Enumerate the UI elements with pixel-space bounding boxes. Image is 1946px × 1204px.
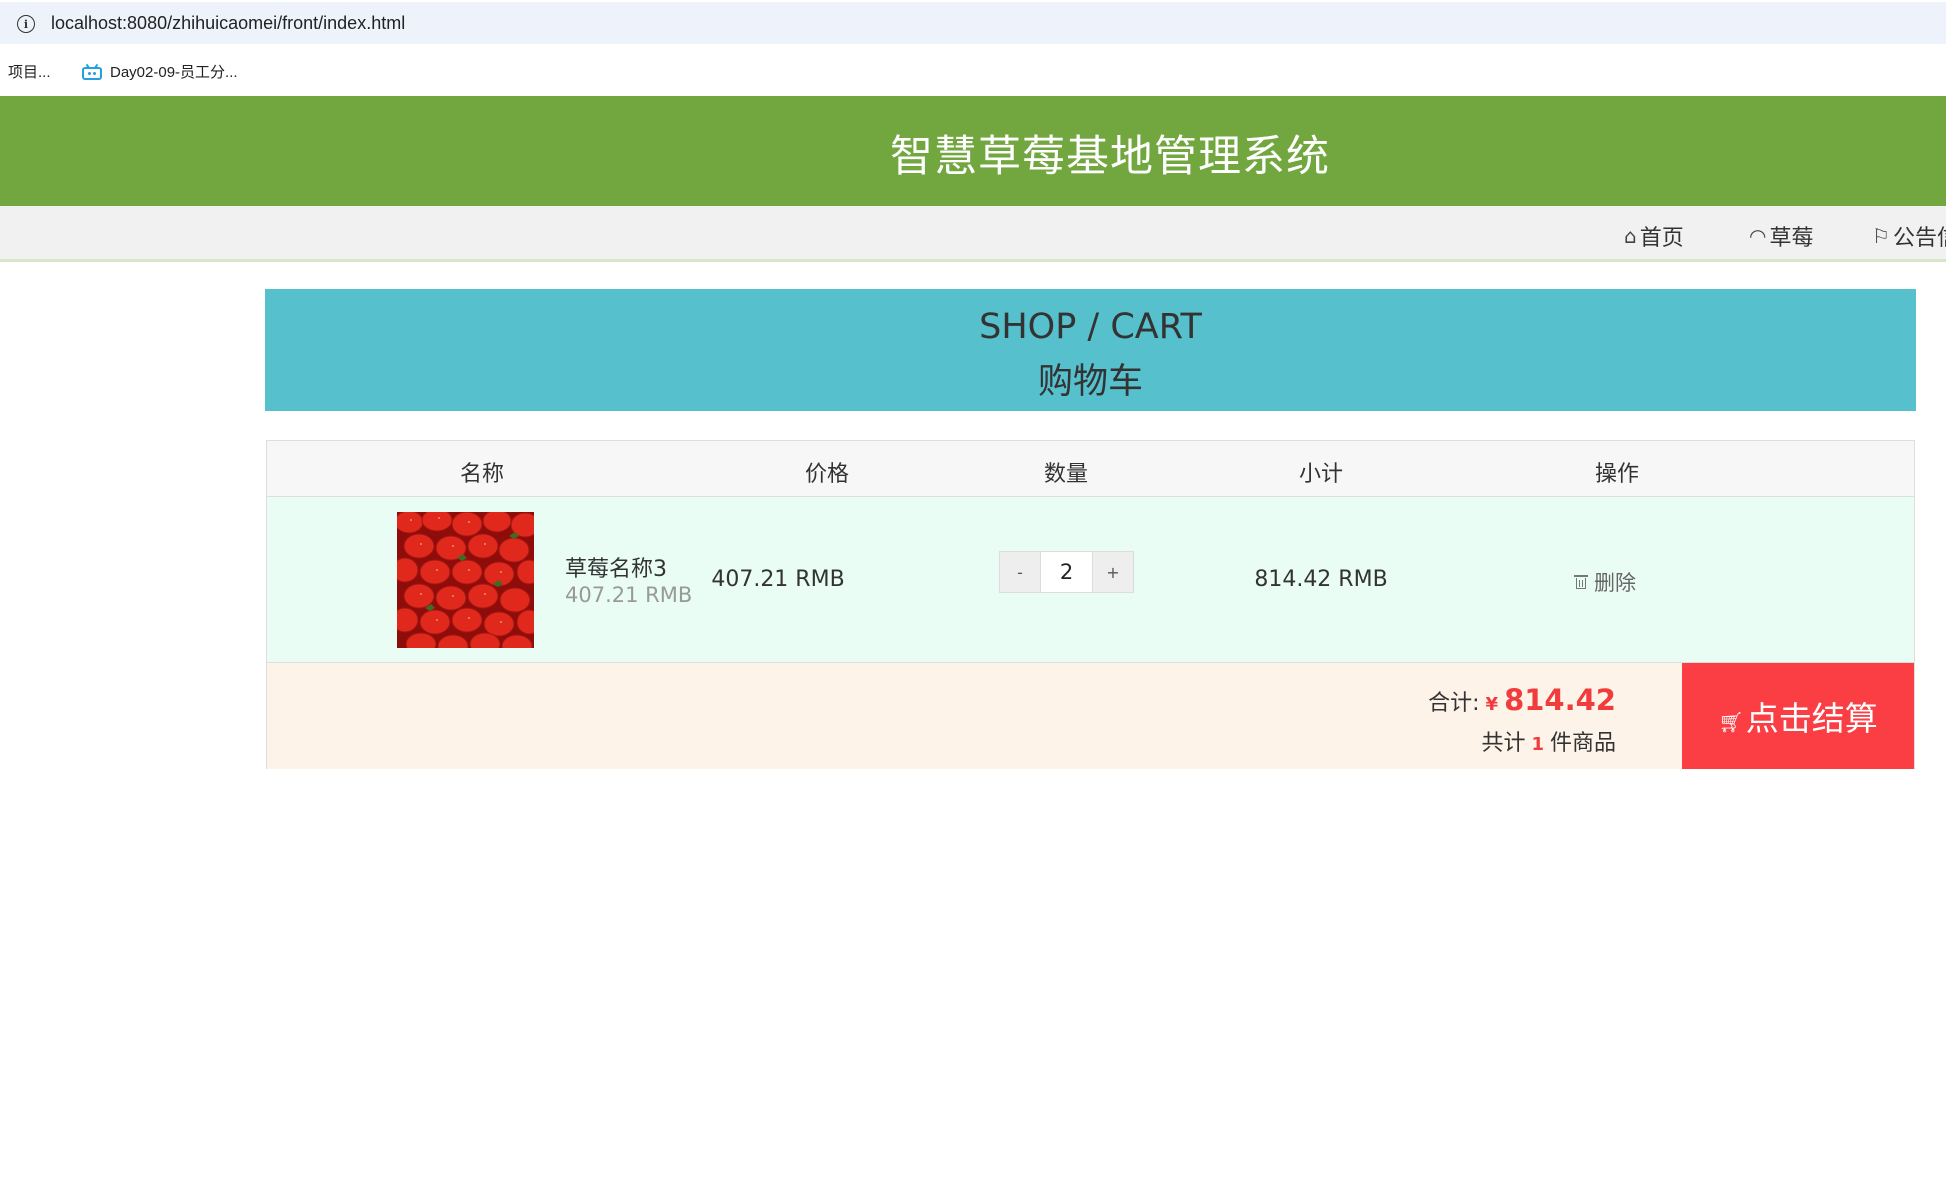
nav-item-home[interactable]: ⌂ 首页 xyxy=(1624,220,1684,252)
quantity-input[interactable]: 2 xyxy=(1041,551,1092,593)
table-row: 草莓名称3 407.21 RMB 407.21 RMB - 2 + 814.42… xyxy=(267,497,1914,663)
nav-item-label: 首页 xyxy=(1639,226,1684,251)
banner-title-en: SHOP / CART xyxy=(979,307,1202,347)
total-label: 合计: xyxy=(1428,691,1480,716)
bilibili-icon xyxy=(82,63,102,80)
increase-quantity-button[interactable]: + xyxy=(1092,551,1134,593)
cart-table: 名称 价格 数量 小计 操作 草莓名称3 407.21 RMB 407.21 R… xyxy=(266,440,1915,769)
bookmark-project[interactable]: 项目... xyxy=(8,61,51,82)
count-prefix: 共计 xyxy=(1481,731,1526,756)
decrease-quantity-button[interactable]: - xyxy=(999,551,1041,593)
quantity-stepper: - 2 + xyxy=(999,551,1134,593)
bookmark-label: Day02-09-员工分... xyxy=(110,64,238,81)
cart-icon: 🛒︎ xyxy=(1718,710,1744,734)
nav-bar: ⌂ 首页 ◠ 草莓 ⚐ 公告信 xyxy=(0,206,1946,262)
gauge-icon: ◠ xyxy=(1749,224,1767,248)
trash-icon xyxy=(1574,574,1588,590)
site-header: 智慧草莓基地管理系统 xyxy=(0,96,1946,206)
item-count: 1 xyxy=(1531,734,1544,755)
delete-button[interactable]: 删除 xyxy=(1574,567,1636,597)
delete-label: 删除 xyxy=(1594,571,1636,595)
column-header-action: 操作 xyxy=(1594,462,1640,487)
item-count-line: 共计 1 件商品 xyxy=(1481,725,1616,757)
address-bar[interactable]: i localhost:8080/zhihuicaomei/front/inde… xyxy=(0,2,1946,44)
product-unit-price: 407.21 RMB xyxy=(565,583,693,607)
column-header-name: 名称 xyxy=(459,462,505,487)
nav-item-notice[interactable]: ⚐ 公告信 xyxy=(1872,220,1946,252)
subtotal-cell: 814.42 RMB xyxy=(1254,567,1388,592)
column-header-price: 价格 xyxy=(804,462,850,487)
bookmark-day02[interactable]: Day02-09-员工分... xyxy=(82,61,238,82)
site-title: 智慧草莓基地管理系统 xyxy=(890,132,1330,182)
nav-item-label: 草莓 xyxy=(1769,226,1814,251)
total-line: 合计: ¥ 814.42 xyxy=(1428,683,1616,717)
count-suffix: 件商品 xyxy=(1549,731,1616,756)
total-amount: 814.42 xyxy=(1504,683,1616,717)
nav-item-strawberry[interactable]: ◠ 草莓 xyxy=(1749,220,1813,252)
nav-item-label: 公告信 xyxy=(1892,226,1946,251)
bookmarks-bar: 项目... Day02-09-员工分... xyxy=(0,52,1946,90)
checkout-label: 点击结算 xyxy=(1745,699,1878,738)
banner-title-cn: 购物车 xyxy=(1037,362,1143,402)
column-header-quantity: 数量 xyxy=(1043,462,1089,487)
checkout-button[interactable]: 🛒︎ 点击结算 xyxy=(1682,663,1914,769)
cart-summary: 合计: ¥ 814.42 共计 1 件商品 🛒︎ 点击结算 xyxy=(267,663,1914,769)
flag-icon: ⚐ xyxy=(1872,224,1890,248)
url-text[interactable]: localhost:8080/zhihuicaomei/front/index.… xyxy=(51,13,405,34)
site-info-icon[interactable]: i xyxy=(17,15,35,33)
table-header: 名称 价格 数量 小计 操作 xyxy=(267,441,1914,497)
bookmark-label: 项目... xyxy=(8,64,51,81)
column-header-subtotal: 小计 xyxy=(1298,462,1344,487)
currency-symbol: ¥ xyxy=(1485,694,1499,715)
price-cell: 407.21 RMB xyxy=(711,567,845,592)
home-icon: ⌂ xyxy=(1624,224,1637,248)
product-image[interactable] xyxy=(397,512,534,648)
cart-banner: SHOP / CART 购物车 xyxy=(265,289,1916,411)
product-name[interactable]: 草莓名称3 xyxy=(565,551,667,583)
